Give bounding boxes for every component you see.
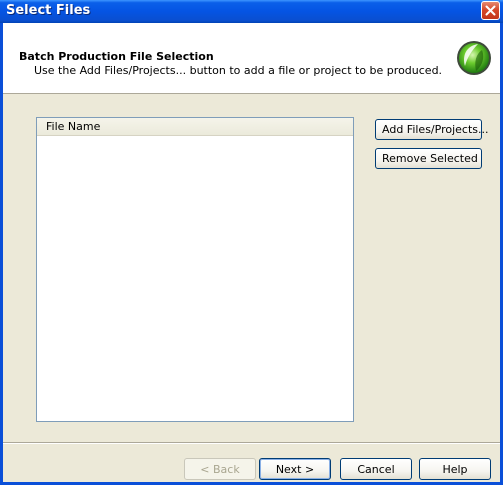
window-title: Select Files [6,3,91,18]
title-bar[interactable]: Select Files [0,0,503,23]
help-button[interactable]: Help [419,458,491,480]
back-button[interactable]: < Back [184,458,256,480]
file-list[interactable]: File Name [36,117,354,422]
app-logo-icon [457,41,491,75]
column-header-file-name[interactable]: File Name [37,118,353,136]
file-list-body[interactable] [37,136,353,421]
select-files-dialog: Select Files Batch Production File Selec… [0,0,503,485]
add-files-projects-button[interactable]: Add Files/Projects... [375,119,489,140]
next-button[interactable]: Next > [259,458,331,480]
header-title: Batch Production File Selection [19,50,214,63]
footer-separator [3,442,500,444]
close-icon [485,5,496,16]
remove-selected-button[interactable]: Remove Selected [375,148,482,169]
wizard-header: Batch Production File Selection Use the … [3,23,500,94]
close-button[interactable] [481,1,500,20]
cancel-button[interactable]: Cancel [340,458,412,480]
header-description: Use the Add Files/Projects... button to … [34,64,443,77]
